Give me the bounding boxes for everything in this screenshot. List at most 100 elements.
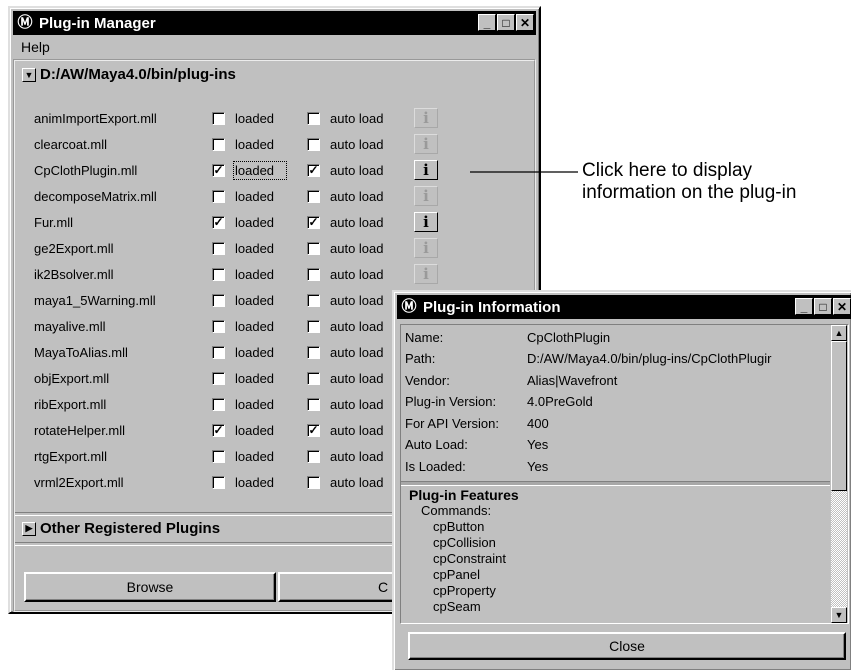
commands-label: Commands: (421, 503, 492, 518)
scroll-down-icon[interactable]: ▼ (831, 607, 847, 623)
loaded-label: loaded (235, 344, 275, 360)
info-icon[interactable]: i (414, 186, 438, 206)
auto-load-label: auto load (330, 344, 384, 360)
info-close-label: Close (609, 638, 645, 654)
info-icon[interactable]: i (414, 160, 438, 180)
plugin-row: ge2Export.mll loaded auto load i (34, 236, 438, 260)
loaded-checkbox[interactable] (212, 137, 225, 151)
info-minimize-button[interactable]: _ (795, 298, 813, 315)
loaded-checkbox[interactable]: ✓ (212, 423, 225, 437)
plugin-row: ik2Bsolver.mll loaded auto load i (34, 262, 438, 286)
auto-load-checkbox[interactable] (307, 475, 320, 489)
loaded-label: loaded (233, 160, 287, 180)
loaded-checkbox[interactable] (212, 319, 225, 333)
auto-load-checkbox[interactable] (307, 241, 320, 255)
auto-load-checkbox[interactable] (307, 293, 320, 307)
loaded-checkbox[interactable] (212, 189, 225, 203)
plugin-row: Fur.mll ✓ loaded ✓ auto load i (34, 210, 438, 234)
loaded-checkbox[interactable] (212, 111, 225, 125)
menu-help[interactable]: Help (13, 36, 50, 58)
plugin-name: animImportExport.mll (34, 110, 157, 126)
auto-load-checkbox[interactable] (307, 189, 320, 203)
info-close-window-button[interactable]: ✕ (833, 298, 851, 315)
expand-arrow-icon[interactable]: ▶ (22, 521, 36, 536)
plugin-name: ik2Bsolver.mll (34, 266, 114, 282)
plugin-name: decomposeMatrix.mll (34, 188, 157, 204)
info-icon[interactable]: i (414, 134, 438, 154)
plugin-row: mayalive.mllloadedauto loadi (34, 314, 438, 338)
info-maximize-button[interactable]: □ (814, 298, 832, 315)
plugin-name: mayalive.mll (34, 318, 106, 334)
auto-load-checkbox[interactable] (307, 397, 320, 411)
close-window-button[interactable]: ✕ (516, 14, 534, 31)
manager-close-label: C (378, 579, 389, 595)
auto-load-checkbox[interactable] (307, 319, 320, 333)
other-plugins-section-header[interactable]: ▶ Other Registered Plugins (22, 520, 220, 537)
info-field-value: 4.0PreGold (527, 394, 593, 409)
info-field-value: Yes (527, 437, 549, 452)
info-icon[interactable]: i (414, 108, 438, 128)
info-field-row: For API Version: 400 (405, 414, 549, 432)
folder-section-header[interactable]: ▼ D:/AW/Maya4.0/bin/plug-ins (22, 66, 236, 83)
manager-titlebar[interactable]: Ⓜ Plug-in Manager _ □ ✕ (13, 11, 536, 35)
auto-load-checkbox[interactable] (307, 137, 320, 151)
auto-load-checkbox[interactable]: ✓ (307, 163, 320, 177)
scroll-thumb[interactable] (831, 341, 847, 491)
loaded-checkbox[interactable] (212, 397, 225, 411)
info-field-key: Path: (405, 351, 436, 366)
maximize-button[interactable]: □ (497, 14, 515, 31)
info-scrollbar[interactable]: ▲ ▼ (831, 325, 847, 623)
manager-title: Plug-in Manager (39, 14, 156, 32)
auto-load-checkbox[interactable] (307, 267, 320, 281)
auto-load-label: auto load (330, 370, 384, 386)
loaded-label: loaded (235, 474, 275, 490)
collapse-arrow-icon[interactable]: ▼ (22, 67, 36, 82)
loaded-label: loaded (235, 448, 275, 464)
plugin-name: maya1_5Warning.mll (34, 292, 156, 308)
info-field-row: Name: CpClothPlugin (405, 328, 610, 346)
loaded-checkbox[interactable] (212, 267, 225, 281)
auto-load-checkbox[interactable] (307, 111, 320, 125)
auto-load-label: auto load (330, 292, 384, 308)
auto-load-label: auto load (330, 318, 384, 334)
info-titlebar[interactable]: Ⓜ Plug-in Information _ □ ✕ (397, 295, 851, 319)
maya-logo-icon: Ⓜ (401, 298, 417, 315)
info-icon[interactable]: i (414, 264, 438, 284)
info-field-value: Yes (527, 458, 549, 474)
auto-load-checkbox[interactable] (307, 449, 320, 463)
loaded-label: loaded (235, 292, 275, 308)
auto-load-label: auto load (330, 188, 384, 204)
loaded-checkbox[interactable] (212, 293, 225, 307)
auto-load-checkbox[interactable] (307, 345, 320, 359)
folder-path: D:/AW/Maya4.0/bin/plug-ins (40, 66, 236, 83)
plugin-row: CpClothPlugin.mll ✓ loaded ✓ auto load i (34, 158, 438, 182)
info-panel[interactable]: Name: CpClothPlugin Path: D:/AW/Maya4.0/bin… (400, 324, 849, 624)
browse-button[interactable]: Browse (24, 572, 276, 602)
loaded-checkbox[interactable] (212, 371, 225, 385)
auto-load-checkbox[interactable] (307, 371, 320, 385)
plugin-name: clearcoat.mll (34, 136, 107, 152)
loaded-checkbox[interactable]: ✓ (212, 163, 225, 177)
info-icon[interactable]: i (414, 212, 438, 232)
auto-load-label: auto load (330, 110, 384, 126)
auto-load-label: auto load (330, 266, 384, 282)
auto-load-label: auto load (330, 214, 384, 230)
info-icon[interactable]: i (414, 238, 438, 258)
plugin-row: vrml2Export.mllloadedauto loadi (34, 470, 438, 494)
info-close-button[interactable]: Close (408, 632, 846, 660)
loaded-checkbox[interactable] (212, 241, 225, 255)
loaded-checkbox[interactable] (212, 475, 225, 489)
auto-load-label: auto load (330, 240, 384, 256)
scroll-up-icon[interactable]: ▲ (831, 325, 847, 341)
minimize-button[interactable]: _ (478, 14, 496, 31)
loaded-label: loaded (235, 318, 275, 334)
loaded-checkbox[interactable]: ✓ (212, 215, 225, 229)
callout-line-1: Click here to display (582, 160, 753, 181)
auto-load-checkbox[interactable]: ✓ (307, 423, 320, 437)
auto-load-checkbox[interactable]: ✓ (307, 215, 320, 229)
loaded-label: loaded (235, 240, 275, 256)
plugin-name: MayaToAlias.mll (34, 344, 128, 360)
loaded-checkbox[interactable] (212, 345, 225, 359)
loaded-checkbox[interactable] (212, 449, 225, 463)
loaded-label: loaded (235, 110, 275, 126)
